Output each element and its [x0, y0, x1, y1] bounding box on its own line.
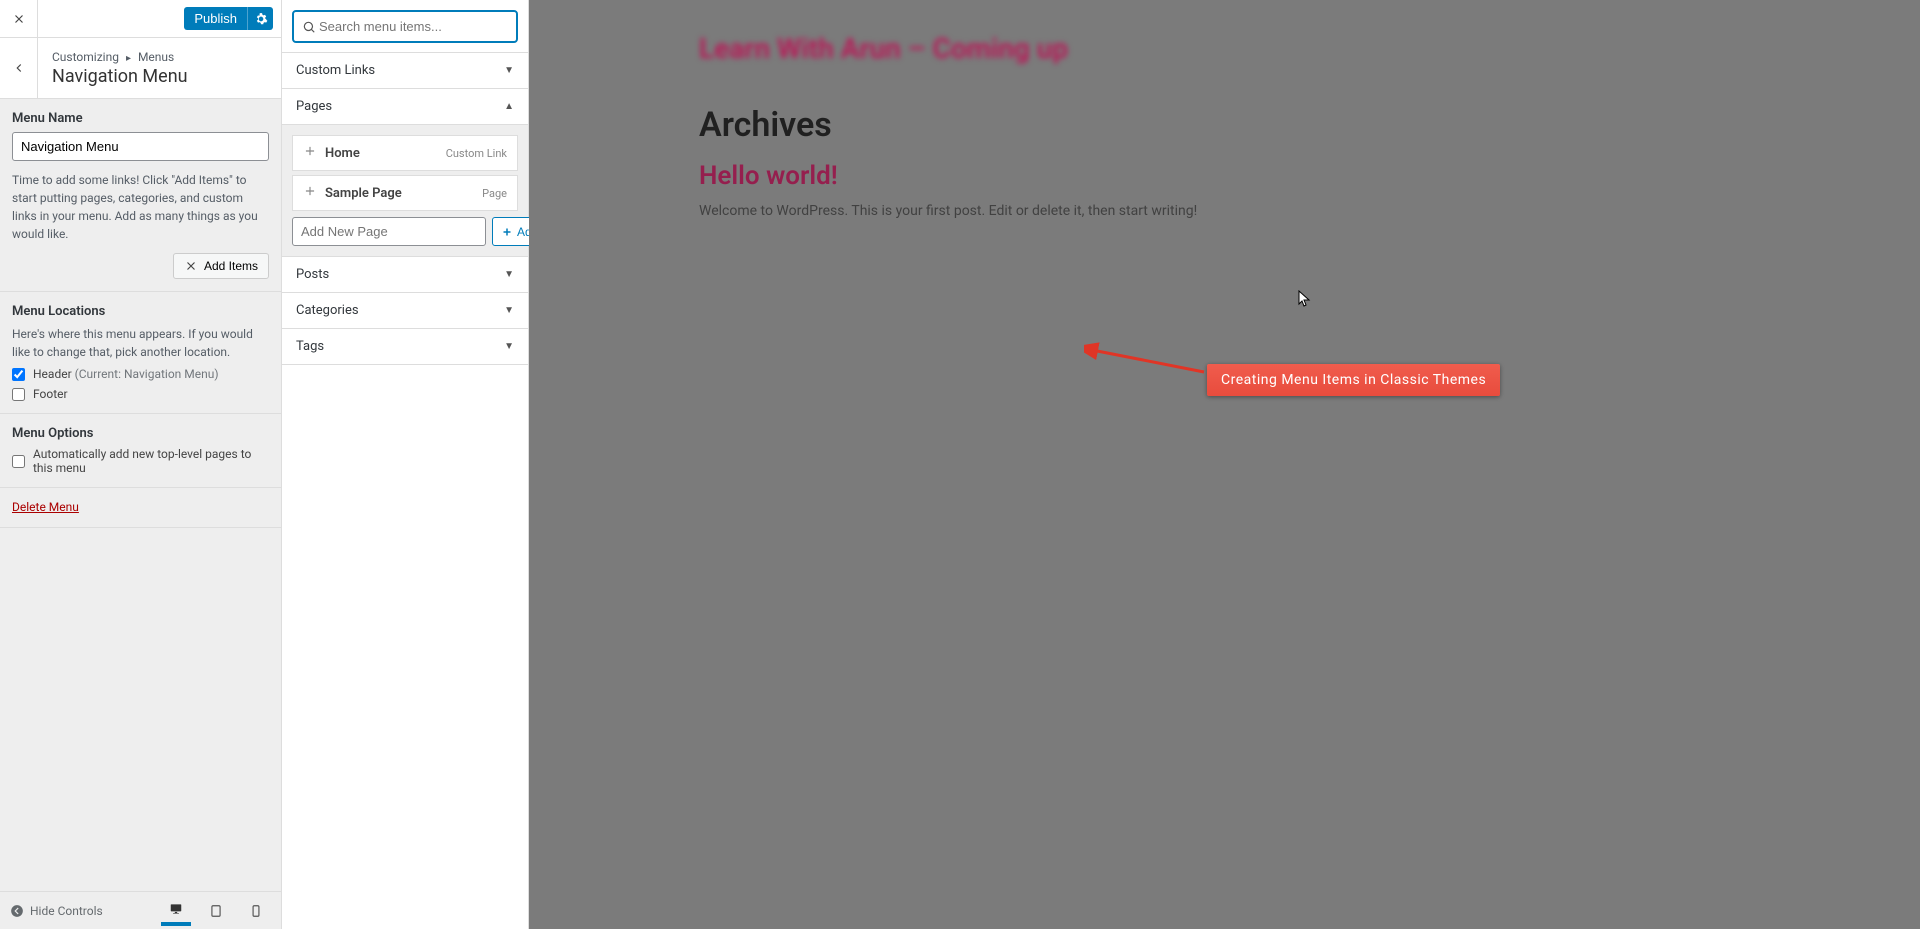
gear-icon [254, 12, 268, 26]
breadcrumb: Customizing ▸ Menus [52, 50, 188, 64]
accordion-label: Custom Links [296, 63, 375, 78]
collapse-left-icon [10, 904, 24, 918]
delete-section: Delete Menu [0, 488, 281, 528]
accordion-header-custom-links[interactable]: Custom Links ▼ [282, 53, 528, 88]
location-item: Header (Current: Navigation Menu) [12, 367, 269, 381]
customizer-sidebar: Publish Customizing ▸ Menus Navigation M… [0, 0, 282, 929]
add-items-button[interactable]: Add Items [173, 253, 269, 279]
close-icon [12, 12, 26, 26]
menu-name-label: Menu Name [12, 111, 269, 126]
menu-name-section: Menu Name Time to add some links! Click … [0, 99, 281, 292]
location-checkbox[interactable] [12, 388, 25, 401]
breadcrumb-row: Customizing ▸ Menus Navigation Menu [0, 38, 281, 99]
plus-icon [303, 184, 317, 202]
search-icon [302, 20, 316, 34]
annotation-arrow [1084, 340, 1214, 380]
page-item-label: Home [325, 146, 360, 161]
accordion-label: Categories [296, 303, 359, 318]
publish-settings-button[interactable] [247, 7, 273, 30]
location-label: Footer [33, 387, 68, 401]
chevron-up-icon: ▲ [504, 101, 514, 112]
chevron-down-icon: ▼ [504, 341, 514, 352]
tablet-icon [209, 904, 223, 918]
page-item-type: Page [482, 187, 507, 200]
accordion-header-pages[interactable]: Pages ▲ [282, 89, 528, 124]
device-mobile-button[interactable] [241, 896, 271, 926]
accordion-posts: Posts ▼ [282, 256, 528, 293]
page-item-label: Sample Page [325, 186, 402, 201]
menu-locations-section: Menu Locations Here's where this menu ap… [0, 292, 281, 414]
add-items-label: Add Items [204, 259, 258, 273]
accordion-header-tags[interactable]: Tags ▼ [282, 329, 528, 364]
delete-menu-link[interactable]: Delete Menu [12, 500, 79, 514]
accordion-header-categories[interactable]: Categories ▼ [282, 293, 528, 328]
accordion-label: Pages [296, 99, 332, 114]
chevron-right-icon: ▸ [126, 53, 131, 64]
sidebar-header: Publish [0, 0, 281, 38]
menu-locations-description: Here's where this menu appears. If you w… [12, 325, 269, 361]
chevron-down-icon: ▼ [504, 269, 514, 280]
auto-add-label: Automatically add new top-level pages to… [33, 447, 269, 475]
annotation-callout: Creating Menu Items in Classic Themes [1207, 364, 1500, 396]
plus-icon [303, 144, 317, 162]
menu-name-description: Time to add some links! Click "Add Items… [12, 171, 269, 243]
accordion-custom-links: Custom Links ▼ [282, 52, 528, 89]
device-toggles [161, 896, 271, 926]
breadcrumb-root: Customizing [52, 50, 119, 64]
location-item: Footer [12, 387, 269, 401]
hide-controls-label: Hide Controls [30, 904, 103, 918]
mobile-icon [249, 904, 263, 918]
plus-icon [501, 226, 513, 238]
accordion-header-posts[interactable]: Posts ▼ [282, 257, 528, 292]
device-desktop-button[interactable] [161, 896, 191, 926]
cursor-icon [1298, 290, 1312, 312]
menu-name-field[interactable] [12, 132, 269, 161]
preview-overlay [529, 0, 1920, 929]
add-items-panel: Custom Links ▼ Pages ▲ Home Custom Link Sa… [282, 0, 529, 929]
location-label: Header [33, 367, 75, 381]
search-box[interactable] [292, 10, 518, 43]
close-icon [184, 259, 198, 273]
publish-button[interactable]: Publish [184, 7, 247, 30]
page-title: Navigation Menu [52, 66, 188, 87]
auto-add-checkbox[interactable] [12, 455, 25, 468]
accordion-label: Tags [296, 339, 324, 354]
location-current: (Current: Navigation Menu) [75, 367, 219, 381]
search-input[interactable] [316, 16, 508, 37]
page-item[interactable]: Home Custom Link [292, 135, 518, 171]
breadcrumb-parent[interactable]: Menus [138, 50, 174, 64]
hide-controls-button[interactable]: Hide Controls [10, 904, 103, 918]
sidebar-footer: Hide Controls [0, 891, 281, 929]
page-item[interactable]: Sample Page Page [292, 175, 518, 211]
preview-area: Learn With Arun – Coming up Archives Hel… [529, 0, 1920, 929]
device-tablet-button[interactable] [201, 896, 231, 926]
accordion-body-pages: HomeCustom LinkSample PagePage Add [282, 124, 528, 256]
add-new-page-field[interactable] [292, 217, 486, 246]
accordion-pages: Pages ▲ HomeCustom LinkSample PagePage A… [282, 88, 528, 257]
chevron-down-icon: ▼ [504, 305, 514, 316]
desktop-icon [169, 902, 183, 916]
accordion-tags: Tags ▼ [282, 328, 528, 365]
menu-locations-title: Menu Locations [12, 304, 269, 319]
close-button[interactable] [0, 0, 38, 38]
chevron-left-icon [12, 61, 26, 75]
accordion-label: Posts [296, 267, 329, 282]
page-item-type: Custom Link [446, 147, 507, 160]
back-button[interactable] [0, 38, 38, 98]
chevron-down-icon: ▼ [504, 65, 514, 76]
accordion-categories: Categories ▼ [282, 292, 528, 329]
menu-options-title: Menu Options [12, 426, 269, 441]
menu-options-section: Menu Options Automatically add new top-l… [0, 414, 281, 488]
location-checkbox[interactable] [12, 368, 25, 381]
